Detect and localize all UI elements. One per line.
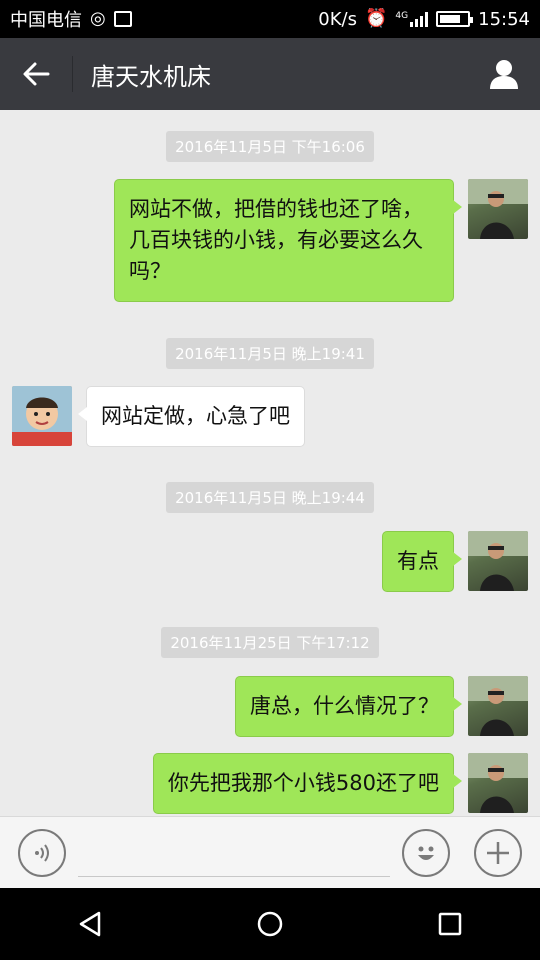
net-type-label: 4G [395, 11, 409, 21]
timestamp: 2016年11月5日 晚上19:41 [166, 338, 374, 369]
nav-back-button[interactable] [60, 894, 120, 954]
back-button[interactable] [0, 38, 72, 110]
network-speed: 0K/s [318, 8, 357, 30]
message-list[interactable]: 2016年11月5日 下午16:06 网站不做，把借的钱也还了啥，几百块钱的小钱… [0, 110, 540, 816]
nav-recents-button[interactable] [420, 894, 480, 954]
message-text: 网站定做，心急了吧 [101, 404, 290, 428]
message-text: 有点 [397, 549, 439, 573]
message-bubble-outgoing[interactable]: 网站不做，把借的钱也还了啥，几百块钱的小钱，有必要这么久吗？ [114, 179, 462, 302]
alarm-icon: ⏰ [365, 8, 388, 29]
time-divider: 2016年11月5日 晚上19:44 [0, 482, 540, 513]
timestamp: 2016年11月25日 下午17:12 [161, 627, 379, 658]
nav-home-button[interactable] [240, 894, 300, 954]
avatar-contact[interactable] [12, 386, 72, 446]
voice-button[interactable] [18, 829, 66, 877]
clock-time: 15:54 [478, 8, 530, 30]
message-text: 网站不做，把借的钱也还了啥，几百块钱的小钱，有必要这么久吗？ [129, 197, 423, 283]
status-right: 0K/s ⏰ 4G 15:54 [318, 9, 530, 30]
timestamp: 2016年11月5日 下午16:06 [166, 131, 374, 162]
emoji-button[interactable] [402, 829, 450, 877]
person-photo-icon [468, 676, 528, 736]
time-divider: 2016年11月5日 晚上19:41 [0, 338, 540, 369]
carrier-label: 中国电信 [10, 10, 82, 31]
timestamp: 2016年11月5日 晚上19:44 [166, 482, 374, 513]
avatar-self[interactable] [468, 753, 528, 813]
message-bubble-outgoing[interactable]: 你先把我那个小钱580还了吧 [152, 753, 463, 814]
chat-header: 唐天水机床 [0, 38, 540, 110]
target-icon: ◎ [90, 8, 106, 29]
message-input[interactable] [78, 833, 390, 877]
time-divider: 2016年11月25日 下午17:12 [0, 627, 540, 658]
circle-home-icon [257, 911, 283, 937]
message-bubble-outgoing[interactable]: 唐总，什么情况了？ [235, 676, 462, 737]
more-button[interactable] [474, 829, 522, 877]
image-icon [113, 11, 132, 27]
person-photo-icon [468, 531, 528, 591]
battery-icon [436, 11, 474, 27]
voice-icon [35, 844, 49, 862]
chat-title: 唐天水机床 [91, 62, 211, 91]
child-photo-icon [12, 386, 72, 446]
status-left: 中国电信 ◎ [10, 6, 132, 32]
message-text: 你先把我那个小钱580还了吧 [167, 771, 439, 795]
smiley-icon [418, 846, 434, 860]
message-text: 唐总，什么情况了？ [250, 694, 439, 718]
title-divider [72, 56, 73, 92]
avatar-self[interactable] [468, 676, 528, 736]
time-divider: 2016年11月5日 下午16:06 [0, 131, 540, 162]
signal-icon: 4G [395, 11, 429, 27]
square-recents-icon [438, 912, 462, 936]
message-bubble-incoming[interactable]: 网站定做，心急了吧 [78, 386, 305, 447]
avatar-self[interactable] [468, 531, 528, 591]
avatar-self[interactable] [468, 179, 528, 239]
triangle-back-icon [79, 911, 101, 937]
message-bubble-outgoing[interactable]: 有点 [382, 531, 462, 592]
plus-icon [487, 842, 509, 864]
status-bar: 中国电信 ◎ 0K/s ⏰ 4G 15:54 [0, 0, 540, 38]
input-bar [0, 816, 540, 888]
person-photo-icon [468, 179, 528, 239]
chat-info-button[interactable] [468, 38, 540, 110]
arrow-left-icon [23, 62, 50, 86]
person-photo-icon [468, 753, 528, 813]
system-nav-bar [0, 888, 540, 960]
person-icon [490, 60, 518, 89]
